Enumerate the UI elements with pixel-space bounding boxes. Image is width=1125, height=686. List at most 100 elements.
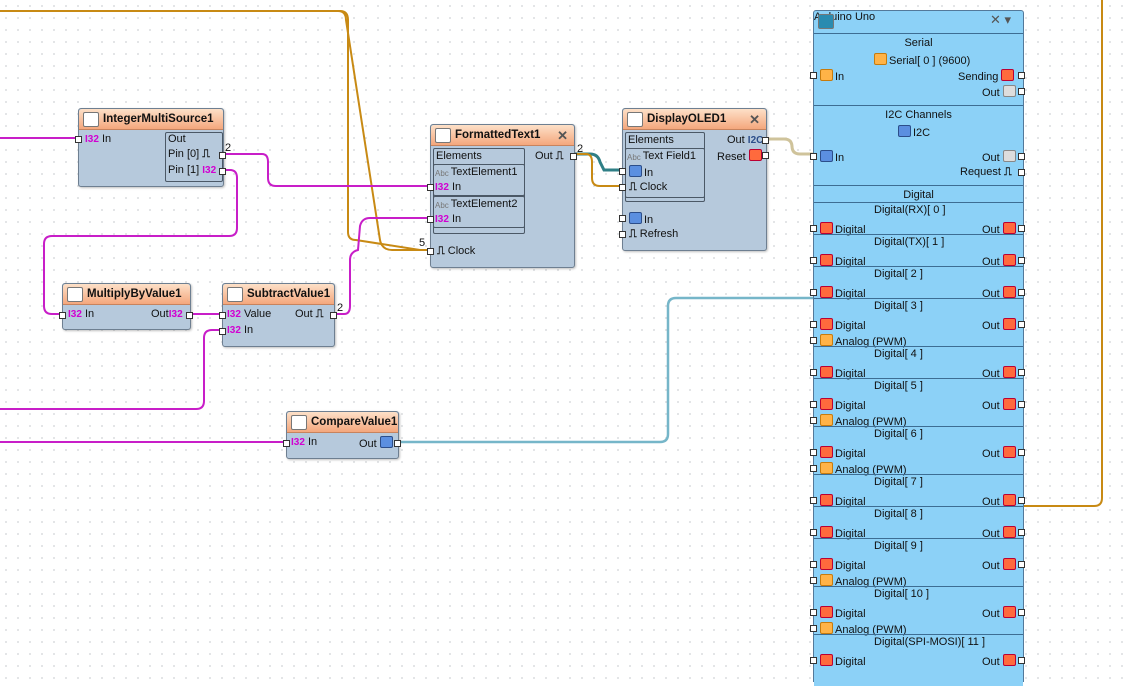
- reset-label: Reset: [717, 149, 764, 164]
- pin-digital-in[interactable]: [810, 609, 817, 616]
- pin0-label: Pin [0] ⎍: [168, 148, 210, 160]
- pin-reset[interactable]: [762, 152, 769, 159]
- pin-digital-out[interactable]: [1018, 369, 1025, 376]
- digital-pin-row[interactable]: Digital[ 5 ] Digital Out Analog (PWM): [810, 378, 1025, 428]
- component-header[interactable]: MultiplyByValue1: [63, 284, 190, 305]
- digital-pin-row[interactable]: Digital[ 4 ] Digital Out: [810, 346, 1025, 380]
- pin-value[interactable]: [219, 312, 226, 319]
- pin-digital-out[interactable]: [1018, 561, 1025, 568]
- pin-digital-in[interactable]: [810, 257, 817, 264]
- pin-in[interactable]: [619, 215, 626, 222]
- pin-digital-in[interactable]: [810, 497, 817, 504]
- pin-digital-in[interactable]: [810, 529, 817, 536]
- pin-i2c-out[interactable]: [1018, 153, 1025, 160]
- formatted-text-component[interactable]: FormattedText1 ✕ Elements Abc TextElement1…: [419, 124, 583, 268]
- in-label: In: [629, 212, 653, 227]
- display-oled-component[interactable]: DisplayOLED1 ✕ Elements Abc Text Field1 In…: [619, 108, 769, 251]
- subtract-value-component[interactable]: SubtractValue1 I32 Value I32 In Out ⎍ 2: [219, 283, 343, 347]
- digital-pin-row[interactable]: Digital[ 2 ] Digital Out: [810, 266, 1025, 300]
- pin-in[interactable]: [283, 440, 290, 447]
- arduino-icon: [818, 14, 834, 29]
- digital-pin-row[interactable]: Digital(RX)[ 0 ] Digital Out: [810, 202, 1025, 236]
- pin-analog-in[interactable]: [810, 625, 817, 632]
- pin-digital-out[interactable]: [1018, 321, 1025, 328]
- pin-digital-in[interactable]: [810, 225, 817, 232]
- pin-serial-sending[interactable]: [1018, 72, 1025, 79]
- integer-multi-source-component[interactable]: IntegerMultiSource1 I32 In Out Pin [0] ⎍…: [75, 108, 231, 187]
- pin-digital-in[interactable]: [810, 369, 817, 376]
- digital-pin-row[interactable]: Digital[ 3 ] Digital Out Analog (PWM): [810, 298, 1025, 348]
- pin-digital-in[interactable]: [810, 401, 817, 408]
- pin-digital-in[interactable]: [810, 657, 817, 664]
- component-header[interactable]: DisplayOLED1 ✕: [623, 109, 766, 130]
- pin-out[interactable]: [394, 440, 401, 447]
- pin-out[interactable]: [186, 312, 193, 319]
- pin-digital-out[interactable]: [1018, 657, 1025, 664]
- pin-out[interactable]: [570, 153, 577, 160]
- digital-icon: [820, 366, 833, 378]
- pin-field-in[interactable]: [619, 168, 626, 175]
- pin-digital-out[interactable]: [1018, 401, 1025, 408]
- compare-value-component[interactable]: CompareValue1 I32 In Out: [283, 411, 401, 459]
- pin-digital-in[interactable]: [810, 449, 817, 456]
- multiply-by-value-component[interactable]: MultiplyByValue1 I32 In OutI32: [59, 283, 193, 330]
- pin-field-clock[interactable]: [619, 184, 626, 191]
- pin-i2c-request[interactable]: [1018, 169, 1025, 176]
- pin-analog-in[interactable]: [810, 577, 817, 584]
- pin-digital-out[interactable]: [1018, 497, 1025, 504]
- pin-digital-out[interactable]: [1018, 257, 1025, 264]
- pin-clock[interactable]: [427, 248, 434, 255]
- pin-out[interactable]: [762, 137, 769, 144]
- digital-pin-row[interactable]: Digital[ 7 ] Digital Out: [810, 474, 1025, 508]
- arduino-header[interactable]: Arduino Uno ✕ ▾: [814, 11, 1011, 29]
- pin-digital-in[interactable]: [810, 289, 817, 296]
- pin-digital-out[interactable]: [1018, 449, 1025, 456]
- wire-clock-top-2: [337, 10, 430, 251]
- component-header[interactable]: FormattedText1 ✕: [431, 125, 574, 146]
- wire-clock-field: [575, 153, 622, 187]
- pin-serial-out[interactable]: [1018, 88, 1025, 95]
- component-header[interactable]: SubtractValue1: [223, 284, 334, 305]
- pin-out-1[interactable]: [219, 168, 226, 175]
- arduino-uno-component[interactable]: Arduino Uno ✕ ▾ Serial Serial[ 0 ] (9600)…: [810, 10, 1025, 686]
- pin-digital-out[interactable]: [1018, 609, 1025, 616]
- pin-digital-in[interactable]: [810, 321, 817, 328]
- pin-analog-in[interactable]: [810, 465, 817, 472]
- pin-in[interactable]: [75, 136, 82, 143]
- pin-digital-out[interactable]: [1018, 529, 1025, 536]
- clock-label: ⎍ Clock: [437, 245, 476, 257]
- pin-serial-in[interactable]: [810, 72, 817, 79]
- tool-icon[interactable]: ✕: [749, 110, 760, 130]
- tool-icon[interactable]: ✕ ▾: [990, 12, 1011, 28]
- pin-out[interactable]: [330, 312, 337, 319]
- out-label: Out ⎍: [295, 308, 324, 320]
- digital-icon: [1002, 606, 1016, 618]
- pin-analog-in[interactable]: [810, 417, 817, 424]
- pin-digital-out[interactable]: [1018, 225, 1025, 232]
- pin-in[interactable]: [59, 312, 66, 319]
- digital-out-label: Out: [982, 558, 1018, 573]
- pin-te2-in[interactable]: [427, 216, 434, 223]
- pin-in[interactable]: [219, 328, 226, 335]
- digital-icon: [820, 286, 833, 298]
- digital-pin-row[interactable]: Digital[ 8 ] Digital Out: [810, 506, 1025, 540]
- digital-pin-row[interactable]: Digital[ 10 ] Digital Out Analog (PWM): [810, 586, 1025, 636]
- digital-icon: [1002, 318, 1016, 330]
- pin-te1-in[interactable]: [427, 184, 434, 191]
- component-header[interactable]: IntegerMultiSource1: [79, 109, 223, 130]
- digital-icon: [748, 149, 762, 161]
- digital-pin-row[interactable]: Digital[ 6 ] Digital Out Analog (PWM): [810, 426, 1025, 476]
- pin-digital-out[interactable]: [1018, 289, 1025, 296]
- serial-title: Serial: [904, 37, 933, 49]
- digital-title: Digital: [903, 189, 934, 201]
- pin-i2c-in[interactable]: [810, 153, 817, 160]
- pin-analog-in[interactable]: [810, 337, 817, 344]
- serial-icon: [820, 69, 833, 81]
- digital-pin-row[interactable]: Digital(SPI-MOSI)[ 11 ] Digital Out: [810, 634, 1025, 668]
- tool-icon[interactable]: ✕: [557, 126, 568, 146]
- digital-pin-row[interactable]: Digital(TX)[ 1 ] Digital Out: [810, 234, 1025, 268]
- digital-pin-row[interactable]: Digital[ 9 ] Digital Out Analog (PWM): [810, 538, 1025, 588]
- component-header[interactable]: CompareValue1: [287, 412, 398, 433]
- pin-digital-in[interactable]: [810, 561, 817, 568]
- pin-refresh[interactable]: [619, 231, 626, 238]
